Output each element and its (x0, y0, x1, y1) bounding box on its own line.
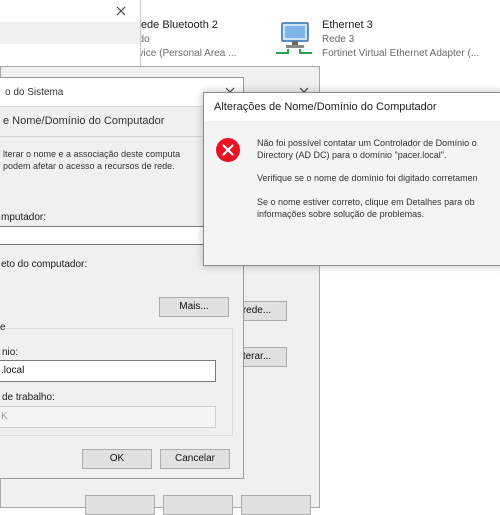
domain-input[interactable]: .local (0, 360, 216, 382)
more-button[interactable]: Mais... (159, 297, 229, 317)
intro-text-2: podem afetar o acesso a recursos de rede… (3, 161, 175, 171)
network-item-status: Rede 3 (322, 34, 355, 45)
full-computer-name-label: eto do computador: (1, 259, 88, 270)
error-message-line: Não foi possível contatar um Controlador… (257, 138, 477, 148)
network-item-bluetooth[interactable]: Rede Bluetooth 2 ado evice (Personal Are… (125, 15, 265, 65)
network-item-ethernet-3[interactable]: Ethernet 3 Rede 3 Fortinet Virtual Ether… (270, 15, 500, 65)
workgroup-input[interactable]: K (0, 406, 216, 428)
bottom-button-1[interactable] (85, 495, 155, 515)
computer-name-label: mputador: (1, 212, 47, 223)
titlebar: Alterações de Nome/Domínio do Computador (204, 93, 500, 121)
error-message-line: informações sobre solução de problemas. (257, 209, 425, 219)
dialog-title: o do Sistema (5, 87, 64, 98)
error-message-line: Verifique se o nome de domínio foi digit… (257, 173, 478, 183)
close-icon[interactable] (114, 4, 128, 18)
bottom-button-2[interactable] (163, 495, 233, 515)
member-of-label: e (0, 322, 6, 333)
error-message-line: Se o nome estiver correto, clique em Det… (257, 197, 475, 207)
bottom-button-3[interactable] (241, 495, 311, 515)
ok-button[interactable]: OK (82, 449, 152, 469)
network-item-name: Rede Bluetooth 2 (133, 19, 219, 31)
member-of-group: e nio: .local de trabalho: K (0, 322, 233, 436)
network-item-device: Fortinet Virtual Ethernet Adapter (... (322, 48, 480, 59)
network-item-device: evice (Personal Area ... (133, 48, 237, 59)
cancel-button[interactable]: Cancelar (160, 449, 230, 469)
computer-name-field[interactable] (0, 226, 217, 245)
toolbar-band (0, 22, 140, 44)
error-message-line: Directory (AD DC) para o domínio "pacer.… (257, 150, 447, 160)
workgroup-label: de trabalho: (2, 392, 55, 403)
error-icon (215, 137, 241, 163)
domain-label: nio: (2, 347, 19, 358)
ethernet-icon (272, 19, 316, 59)
error-dialog-title: Alterações de Nome/Domínio do Computador (214, 101, 437, 113)
dialog-heading: e Nome/Domínio do Computador (3, 115, 165, 127)
network-item-name: Ethernet 3 (322, 19, 373, 31)
intro-text-1: lterar o nome e a associação deste compu… (3, 149, 181, 159)
error-dialog: Alterações de Nome/Domínio do Computador… (203, 92, 500, 266)
